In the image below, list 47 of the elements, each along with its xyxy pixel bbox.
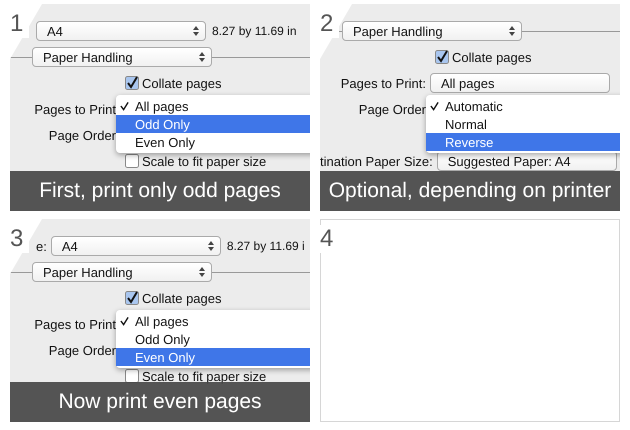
paper-size-popup[interactable]: A4 — [50, 236, 221, 256]
checkbox-label: Collate pages — [142, 290, 222, 306]
stepper-arrows-icon — [509, 26, 515, 36]
section-popup[interactable]: Paper Handling — [342, 21, 522, 41]
checkbox-label: Collate pages — [452, 50, 532, 64]
checkbox[interactable] — [435, 50, 449, 64]
checkbox-label: Scale to fit paper size — [142, 368, 266, 384]
field-label: e: — [36, 238, 47, 254]
paper-dimensions: 8.27 by 11.69 in — [212, 24, 297, 38]
section-popup[interactable]: Paper Handling — [32, 262, 212, 282]
menu-item[interactable]: Normal — [426, 115, 620, 133]
checkmark-icon — [120, 101, 129, 111]
checkbox-label: Collate pages — [142, 76, 222, 90]
dropdown-field[interactable]: Suggested Paper: A4 — [436, 151, 617, 171]
dropdown-field[interactable]: All pages — [430, 73, 610, 93]
field-label: Pages to Print: — [340, 76, 426, 90]
field-label: Page Order — [48, 128, 116, 142]
checkmark-icon — [120, 316, 129, 326]
stepper-arrows-icon — [199, 52, 205, 62]
menu-item[interactable]: Odd Only — [116, 330, 310, 348]
checkmark-icon — [430, 101, 439, 111]
stepper-arrows-icon — [193, 26, 199, 36]
checkbox[interactable] — [125, 76, 139, 90]
caption-banner: Optional, depending on printer — [320, 171, 620, 211]
checkbox[interactable] — [125, 154, 139, 168]
paper-size-popup[interactable]: A4 — [36, 21, 206, 41]
caption-banner: First, print only odd pages — [10, 171, 310, 211]
checkbox-label: Scale to fit paper size — [142, 154, 266, 168]
menu-item[interactable]: Automatic — [426, 97, 620, 115]
section-popup[interactable]: Paper Handling — [32, 47, 212, 67]
menu-item[interactable]: Even Only — [116, 348, 310, 366]
field-label: tination Paper Size: — [320, 154, 433, 168]
checkbox[interactable] — [125, 369, 139, 383]
field-label: Pages to Print — [33, 316, 116, 332]
stepper-arrows-icon — [199, 267, 205, 277]
checkbox[interactable] — [125, 291, 139, 305]
paper-dimensions: 8.27 by 11.69 i — [226, 239, 305, 253]
caption-banner: Now print even pages — [10, 382, 310, 422]
menu-item[interactable]: Reverse — [426, 133, 620, 151]
menu-item[interactable]: Even Only — [116, 133, 310, 151]
field-label: Page Order — [358, 102, 426, 116]
menu-item[interactable]: All pages — [116, 97, 310, 115]
menu-item[interactable]: All pages — [116, 312, 310, 330]
field-label: Pages to Print — [33, 102, 116, 116]
menu-item[interactable]: Odd Only — [116, 115, 310, 133]
field-label: Page Order — [48, 342, 116, 358]
stepper-arrows-icon — [208, 241, 214, 251]
